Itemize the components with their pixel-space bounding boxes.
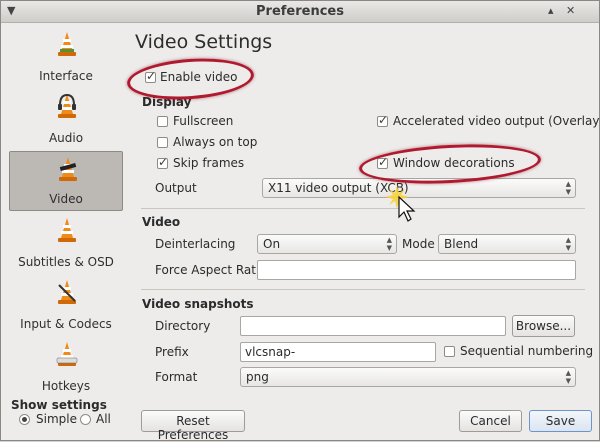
sidebar-item-interface[interactable]: Interface — [9, 27, 123, 87]
audio-cone-icon — [58, 93, 76, 118]
snapshots-section-title: Video snapshots — [142, 297, 254, 311]
show-settings-simple-label: Simple — [36, 412, 77, 426]
input-codecs-cone-icon — [58, 280, 76, 304]
sidebar-item-label: Input & Codecs — [20, 317, 112, 331]
divider — [141, 289, 585, 290]
video-section-title: Video — [142, 215, 181, 229]
mode-label: Mode — [402, 237, 435, 251]
spin-arrows-icon: ▲ ▼ — [565, 369, 571, 385]
deinterlacing-label: Deinterlacing — [155, 237, 236, 251]
always-on-top-checkbox[interactable] — [157, 137, 168, 148]
close-icon[interactable]: ✕ — [566, 4, 575, 17]
vlc-cone-icon — [58, 32, 76, 56]
enable-video-label: Enable video — [160, 70, 238, 84]
sidebar-item-input-codecs[interactable]: Input & Codecs — [9, 275, 123, 335]
directory-input[interactable] — [240, 316, 506, 336]
sidebar-item-subtitles[interactable]: Subtitles & OSD — [9, 213, 123, 273]
accelerated-output-label: Accelerated video output (Overlay) — [393, 114, 600, 128]
reset-preferences-button[interactable]: Reset Preferences — [141, 410, 245, 442]
hotkeys-cone-icon — [56, 342, 78, 366]
cancel-button[interactable]: Cancel — [459, 410, 522, 432]
enable-video-checkbox[interactable] — [145, 69, 156, 83]
format-select-value: png — [246, 370, 269, 384]
fullscreen-checkbox[interactable] — [157, 116, 168, 127]
sidebar-item-label: Video — [49, 192, 83, 206]
spin-arrows-icon: ▲ ▼ — [565, 180, 571, 196]
sequential-numbering-label: Sequential numbering — [460, 344, 594, 358]
deinterlacing-select[interactable]: On ▲ ▼ — [257, 234, 397, 254]
accelerated-output-checkbox[interactable] — [377, 113, 388, 127]
save-button[interactable]: Save — [529, 410, 592, 432]
output-label: Output — [155, 181, 197, 195]
video-settings-panel: Video Settings Enable video Display Full… — [125, 27, 600, 397]
window-decorations-checkbox[interactable] — [377, 155, 388, 169]
prefix-label: Prefix — [155, 345, 189, 359]
window-decorations-label: Window decorations — [393, 156, 515, 170]
divider — [141, 208, 585, 209]
force-aspect-ratio-label: Force Aspect Ratio — [155, 263, 267, 277]
show-settings-all-label: All — [96, 412, 111, 426]
sidebar-item-video[interactable]: Video — [9, 151, 123, 211]
show-settings-label: Show settings — [11, 398, 107, 412]
sequential-numbering-checkbox[interactable] — [444, 346, 455, 357]
always-on-top-label: Always on top — [173, 135, 258, 149]
sidebar-item-hotkeys[interactable]: Hotkeys — [9, 337, 123, 397]
video-cone-icon — [59, 157, 77, 181]
format-select[interactable]: png ▲ ▼ — [240, 367, 576, 387]
force-aspect-ratio-input[interactable] — [257, 260, 576, 280]
sidebar: Interface Audio Video Subtitles & OSD In… — [9, 27, 123, 393]
mode-select-value: Blend — [444, 237, 479, 251]
format-label: Format — [155, 370, 198, 384]
mouse-cursor-icon — [385, 185, 416, 222]
spin-arrows-icon: ▲ ▼ — [386, 236, 392, 252]
sidebar-item-label: Hotkeys — [41, 379, 91, 393]
subtitles-cone-icon — [58, 218, 76, 242]
shade-icon[interactable]: ▴ — [548, 4, 554, 17]
title-bar[interactable]: ▼ Preferences ▴ ✕ — [1, 1, 599, 23]
skip-frames-label: Skip frames — [173, 156, 245, 170]
mode-select[interactable]: Blend ▲ ▼ — [438, 234, 576, 254]
preferences-window: ▼ Preferences ▴ ✕ Interface Audio Video … — [0, 0, 600, 442]
sidebar-item-label: Interface — [39, 69, 93, 83]
deinterlacing-select-value: On — [263, 237, 281, 251]
spin-arrows-icon: ▲ ▼ — [565, 236, 571, 252]
window-title: Preferences — [256, 4, 344, 19]
sidebar-item-label: Subtitles & OSD — [18, 255, 114, 269]
show-settings-all-radio[interactable] — [80, 414, 91, 425]
sidebar-item-audio[interactable]: Audio — [9, 89, 123, 149]
show-settings-simple-radio[interactable] — [19, 414, 30, 425]
display-section-title: Display — [142, 95, 192, 109]
directory-label: Directory — [155, 319, 211, 333]
browse-button[interactable]: Browse... — [512, 315, 575, 337]
skip-frames-checkbox[interactable] — [157, 155, 168, 169]
page-title: Video Settings — [135, 31, 273, 53]
sidebar-item-label: Audio — [48, 131, 84, 145]
fullscreen-label: Fullscreen — [173, 114, 234, 128]
prefix-input[interactable]: vlcsnap- — [240, 342, 436, 362]
